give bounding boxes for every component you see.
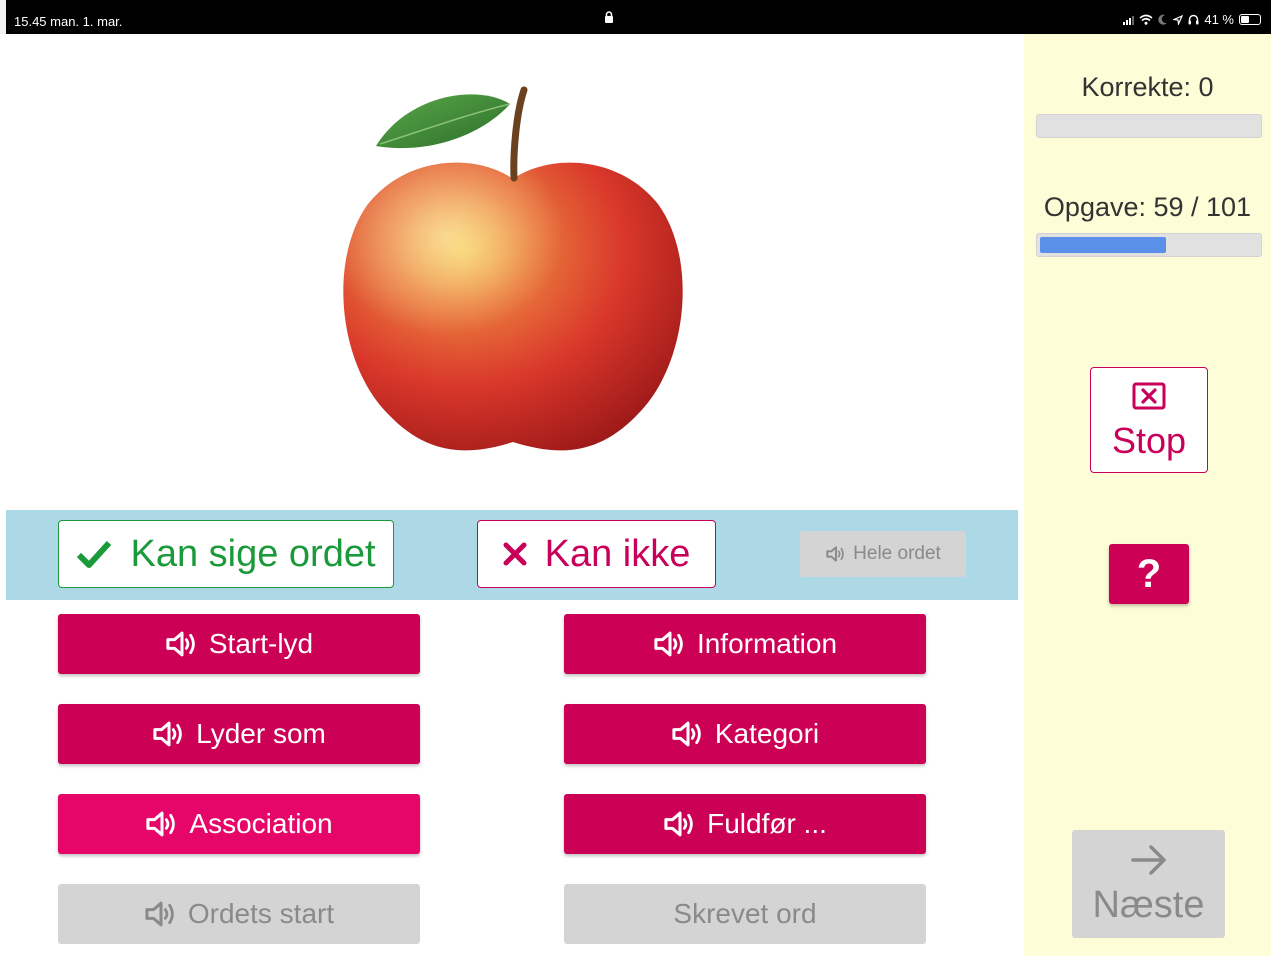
help-label: ?	[1136, 551, 1162, 596]
cannot-label: Kan ikke	[544, 532, 691, 575]
cannot-button[interactable]: Kan ikke	[477, 520, 716, 588]
battery-icon	[1239, 14, 1261, 25]
next-label: Næste	[1092, 884, 1205, 926]
task-progress-bar	[1036, 233, 1262, 257]
headphones-icon	[1188, 14, 1199, 25]
correct-count-label: Korrekte: 0	[1081, 72, 1214, 102]
cellular-signal-icon	[1123, 15, 1135, 25]
hint-button-label: Fuldfør ...	[707, 808, 827, 839]
speaker-icon	[152, 721, 186, 747]
hint-button-2[interactable]: Information	[564, 614, 926, 674]
hint-button-label: Ordets start	[187, 898, 335, 929]
hint-button-label: Kategori	[714, 718, 820, 749]
arrow-right-icon	[1131, 845, 1166, 875]
whole-word-label: Hele ordet	[853, 543, 941, 564]
battery-percent: 41 %	[1204, 12, 1234, 27]
stop-label: Stop	[1111, 420, 1187, 461]
stop-button[interactable]: Stop	[1090, 367, 1208, 473]
hint-button-label: Skrevet ord	[673, 898, 817, 929]
can-say-word-button[interactable]: Kan sige ordet	[58, 520, 394, 588]
can-say-word-label: Kan sige ordet	[130, 532, 376, 575]
help-button[interactable]: ?	[1109, 544, 1189, 604]
next-button[interactable]: Næste	[1072, 830, 1225, 938]
hint-button-label: Start-lyd	[208, 628, 314, 659]
stop-x-icon	[1132, 382, 1166, 410]
speaker-icon	[653, 631, 687, 657]
speaker-icon	[671, 721, 705, 747]
speaker-icon	[663, 811, 697, 837]
hint-button-6[interactable]: Fuldfør ...	[564, 794, 926, 854]
whole-word-button[interactable]: Hele ordet	[800, 531, 966, 577]
speaker-icon	[165, 631, 199, 657]
hint-button-label: Association	[189, 808, 333, 839]
correct-progress-bar	[1036, 114, 1262, 138]
apple-image	[343, 86, 683, 451]
checkmark-icon	[77, 540, 112, 568]
hint-button-5[interactable]: Association	[58, 794, 420, 854]
location-icon	[1173, 14, 1184, 25]
hint-button-3[interactable]: Lyder som	[58, 704, 420, 764]
task-count-label: Opgave: 59 / 101	[1043, 192, 1252, 222]
speaker-icon	[145, 811, 179, 837]
lock-icon	[605, 11, 613, 23]
hint-button-4[interactable]: Kategori	[564, 704, 926, 764]
status-bar: 15.45 man. 1. mar. 41 %	[0, 0, 1271, 34]
status-time: 15.45 man. 1. mar.	[14, 14, 123, 29]
wifi-icon	[1139, 14, 1153, 25]
hint-button-label: Information	[696, 628, 838, 659]
speaker-icon	[826, 546, 844, 562]
sidebar: Korrekte: 0 Opgave: 59 / 101 Stop ? Næst…	[1024, 34, 1271, 956]
hint-button-label: Lyder som	[196, 718, 326, 749]
close-icon	[503, 542, 527, 566]
hint-button-1[interactable]: Start-lyd	[58, 614, 420, 674]
speaker-icon	[144, 901, 178, 927]
task-progress-fill	[1040, 237, 1166, 253]
main-area: Kan sige ordet Kan ikke Hele ordet Start…	[6, 34, 1024, 956]
hint-button-7[interactable]: Ordets start	[58, 884, 420, 944]
moon-icon	[1158, 14, 1168, 25]
status-indicators: 41 %	[1123, 12, 1261, 27]
answer-bar: Kan sige ordet Kan ikke Hele ordet	[6, 510, 1018, 600]
hint-button-8[interactable]: Skrevet ord	[564, 884, 926, 944]
